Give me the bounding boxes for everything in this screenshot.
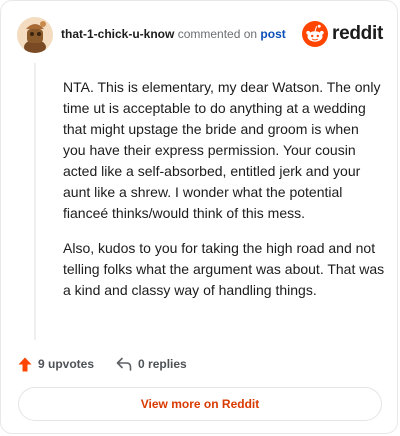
upvote-button[interactable]: 9 upvotes (18, 357, 94, 372)
thread-line (34, 63, 36, 340)
reddit-snoo-icon (302, 21, 329, 47)
upvote-count: 9 upvotes (38, 357, 95, 371)
reply-count: 0 replies (138, 357, 187, 371)
replies-button[interactable]: 0 replies (116, 357, 187, 371)
comment-byline: that-1-chick-u-know commented on post (61, 26, 286, 42)
avatar-icon (17, 17, 53, 53)
reddit-wordmark: reddit (332, 23, 383, 44)
comment-embed-card: that-1-chick-u-know commented on post re… (0, 0, 398, 434)
comment-body: NTA. This is elementary, my dear Watson.… (63, 77, 385, 315)
comment-actions: 9 upvotes 0 replies (18, 354, 187, 374)
comment-header: that-1-chick-u-know commented on post re… (17, 17, 383, 57)
reddit-logo[interactable]: reddit (302, 19, 383, 49)
user-avatar[interactable] (17, 17, 53, 53)
upvote-arrow-icon (18, 357, 32, 371)
view-more-button[interactable]: View more on Reddit (18, 387, 382, 421)
comment-paragraph: Also, kudos to you for taking the high r… (63, 240, 385, 298)
comment-paragraph: NTA. This is elementary, my dear Watson.… (63, 79, 381, 221)
username-link[interactable]: that-1-chick-u-know (61, 27, 174, 41)
reply-arrow-icon (116, 357, 132, 371)
commented-on-text: commented on (177, 27, 258, 41)
post-link[interactable]: post (260, 27, 285, 41)
